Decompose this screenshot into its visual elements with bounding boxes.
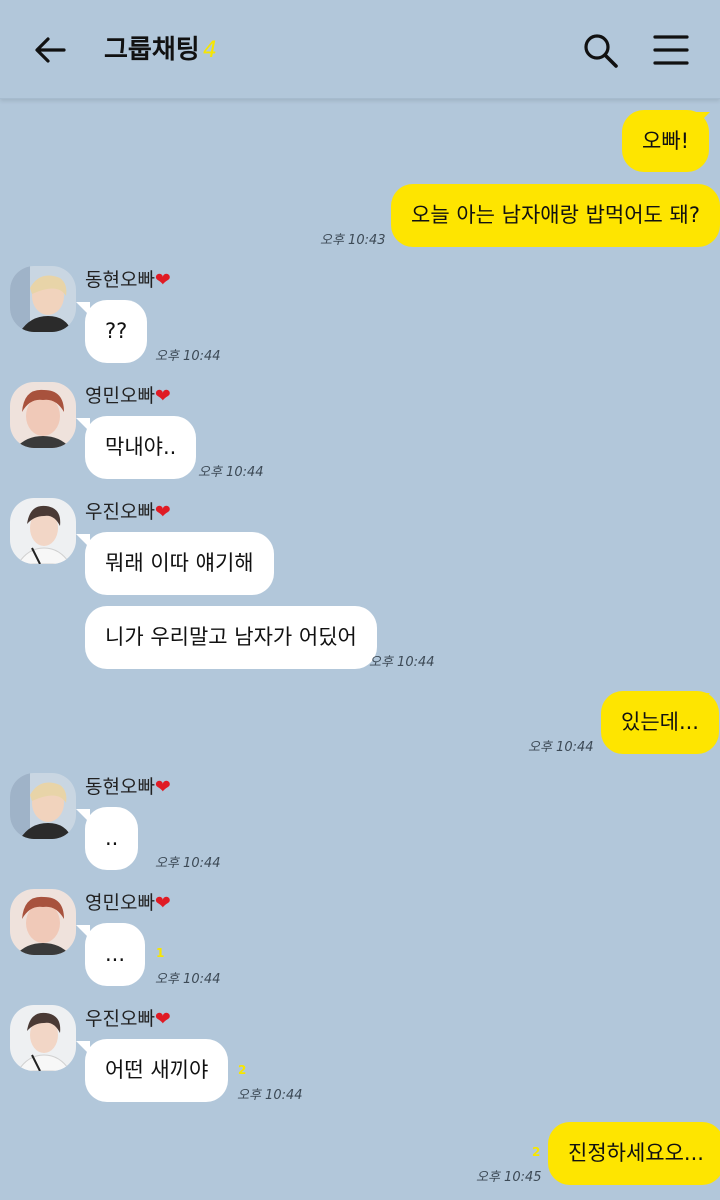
message-time: 오후 10:44 [528,740,594,755]
message-time: 오후 10:44 [369,655,435,670]
sender-name-text: 우진오빠 [85,501,155,523]
menu-icon[interactable] [651,30,691,70]
heart-emoji: ❤ [154,269,171,291]
other-message-bubble[interactable]: 뭐래 이따 얘기해 [85,532,274,595]
sender-name: 동현오빠❤ [85,268,171,292]
avatar[interactable] [10,1005,76,1071]
bubble-tail [76,925,90,939]
other-message-bubble[interactable]: ... [85,923,146,986]
message-time: 오후 10:44 [237,1088,303,1103]
bubble-tail [76,302,90,316]
other-message-bubble[interactable]: 니가 우리말고 남자가 어딨어 [85,606,377,669]
avatar[interactable] [10,889,76,955]
message-text: 니가 우리말고 남자가 어딨어 [105,625,357,649]
heart-emoji: ❤ [154,385,171,407]
message-text: 진정하세요오... [568,1141,704,1165]
message-text: 막내야.. [105,435,177,459]
sender-name-text: 우진오빠 [85,1008,155,1030]
bubble-tail [696,112,710,126]
sender-name-text: 영민오빠 [85,892,155,914]
sender-name: 동현오빠❤ [85,775,171,799]
heart-emoji: ❤ [154,776,171,798]
unread-count: 2 [238,1063,247,1077]
my-message-bubble[interactable]: 오늘 아는 남자애랑 밥먹어도 돼? [391,184,720,247]
heart-emoji: ❤ [154,892,171,914]
sender-name: 우진오빠❤ [85,500,171,524]
bubble-tail [76,1041,90,1055]
avatar[interactable] [10,382,76,448]
message-time: 오후 10:44 [155,856,221,871]
bubble-tail [696,1124,710,1138]
bubble-tail [696,693,710,707]
message-time: 오후 10:44 [155,972,221,987]
avatar[interactable] [10,266,76,332]
message-time: 오후 10:43 [320,233,386,248]
sender-name: 우진오빠❤ [85,1007,171,1031]
sender-name: 영민오빠❤ [85,891,171,915]
other-message-bubble[interactable]: ?? [85,300,148,363]
message-time: 오후 10:45 [476,1170,542,1185]
message-text: 뭐래 이따 얘기해 [105,551,254,575]
back-arrow-icon[interactable] [30,30,70,70]
heart-emoji: ❤ [154,1008,171,1030]
message-time: 오후 10:44 [198,465,264,480]
message-text: .. [105,826,119,850]
message-text: 오빠! [642,129,690,153]
chat-header: 그룹채팅 4 [0,0,720,99]
heart-emoji: ❤ [154,501,171,523]
sender-name-text: 영민오빠 [85,385,155,407]
message-text: 어떤 새끼야 [105,1058,209,1082]
other-message-bubble[interactable]: 어떤 새끼야 [85,1039,229,1102]
avatar[interactable] [10,773,76,839]
other-message-bubble[interactable]: .. [85,807,139,870]
sender-name-text: 동현오빠 [85,776,155,798]
bubble-tail [76,534,90,548]
message-text: ?? [105,319,128,343]
message-text: 있는데... [621,710,699,734]
sender-name: 영민오빠❤ [85,384,171,408]
message-text: ... [105,942,126,966]
unread-count: 1 [156,946,165,960]
chat-title: 그룹채팅 [104,35,200,65]
unread-count: 2 [532,1145,541,1159]
message-time: 오후 10:44 [155,349,221,364]
other-message-bubble[interactable]: 막내야.. [85,416,197,479]
member-count: 4 [203,38,217,63]
my-message-bubble[interactable]: 진정하세요오... [548,1122,720,1185]
sender-name-text: 동현오빠 [85,269,155,291]
bubble-tail [76,809,90,823]
bubble-tail [76,418,90,432]
message-text: 오늘 아는 남자애랑 밥먹어도 돼? [411,203,701,227]
search-icon[interactable] [580,30,620,70]
avatar[interactable] [10,498,76,564]
